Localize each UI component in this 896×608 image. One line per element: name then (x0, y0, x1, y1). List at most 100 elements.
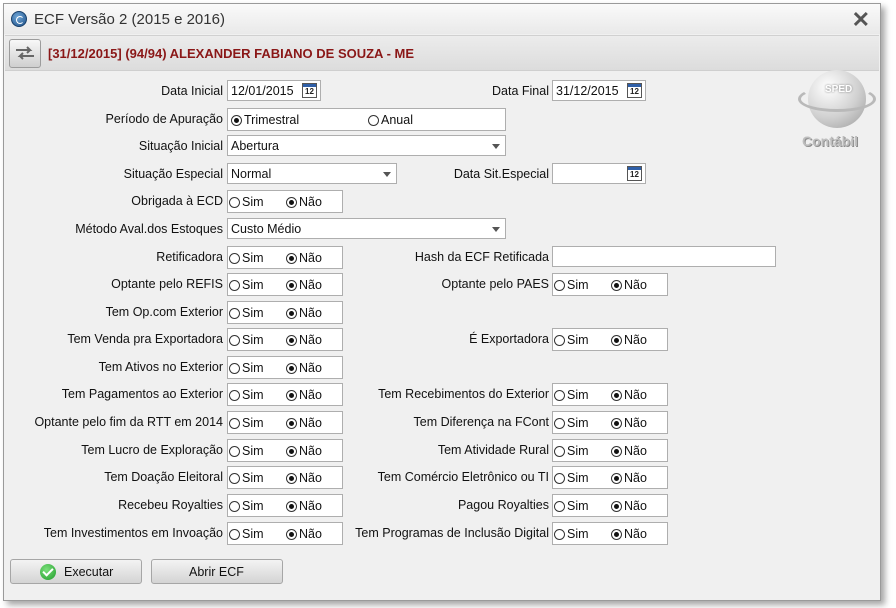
tem-investimentos-inovacao-radio-nao[interactable] (286, 528, 297, 540)
tem-ativos-exterior-option-sim[interactable]: Sim (229, 361, 264, 375)
optante-paes-radio-nao[interactable] (611, 279, 622, 291)
calendar-icon[interactable]: 12 (302, 83, 317, 98)
retificadora-option-nao[interactable]: Não (286, 251, 322, 265)
calendar-icon[interactable]: 12 (627, 83, 642, 98)
tem-pagamentos-exterior-radio-nao[interactable] (286, 389, 297, 401)
periodo-radio-anual[interactable] (368, 114, 379, 126)
tem-atividade-rural-option-nao[interactable]: Não (611, 444, 647, 458)
tem-diferenca-fcont-radio-nao[interactable] (611, 417, 622, 429)
close-icon[interactable]: ✕ (852, 7, 870, 33)
pagou-royalties-option-nao[interactable]: Não (611, 499, 647, 513)
executar-button[interactable]: Executar (10, 559, 142, 584)
optante-paes-radio-sim[interactable] (554, 279, 565, 291)
data-final-field[interactable]: 31/12/2015 12 (552, 80, 646, 101)
retificadora-radio-nao[interactable] (286, 252, 297, 264)
tem-pagamentos-exterior-option-nao[interactable]: Não (286, 388, 322, 402)
tem-lucro-exploracao-radio-nao[interactable] (286, 445, 297, 457)
tem-doacao-eleitoral-option-nao[interactable]: Não (286, 471, 322, 485)
pagou-royalties-radio-sim[interactable] (554, 500, 565, 512)
data-inicial-field[interactable]: 12/01/2015 12 (227, 80, 321, 101)
tem-ativos-exterior-radio-nao[interactable] (286, 362, 297, 374)
tem-investimentos-inovacao-option-nao[interactable]: Não (286, 527, 322, 541)
tem-venda-exportadora-radio-sim[interactable] (229, 334, 240, 346)
e-exportadora-option-sim[interactable]: Sim (554, 333, 589, 347)
chevron-down-icon[interactable] (486, 136, 505, 155)
obrigada-ecd-radio-sim[interactable] (229, 196, 240, 208)
tem-lucro-exploracao-option-sim[interactable]: Sim (229, 444, 264, 458)
tem-programas-inclusao-option-nao[interactable]: Não (611, 527, 647, 541)
tem-recebimentos-exterior-radio-sim[interactable] (554, 389, 565, 401)
tem-doacao-eleitoral-radio-sim[interactable] (229, 472, 240, 484)
obrigada-ecd-option-sim[interactable]: Sim (229, 195, 264, 209)
tem-comercio-eletronico-radio-nao[interactable] (611, 472, 622, 484)
periodo-radio-trimestral[interactable] (231, 114, 242, 126)
tem-op-exterior-option-sim[interactable]: Sim (229, 306, 264, 320)
e-exportadora-radio-nao[interactable] (611, 334, 622, 346)
tem-recebimentos-exterior-option-sim[interactable]: Sim (554, 388, 589, 402)
obrigada-ecd-radio-nao[interactable] (286, 196, 297, 208)
optante-refis-option-nao[interactable]: Não (286, 278, 322, 292)
tem-op-exterior-option-nao[interactable]: Não (286, 306, 322, 320)
tem-diferenca-fcont-option-nao[interactable]: Não (611, 416, 647, 430)
optante-refis-option-sim[interactable]: Sim (229, 278, 264, 292)
tem-programas-inclusao-radio-sim[interactable] (554, 528, 565, 540)
optante-paes-option-nao[interactable]: Não (611, 278, 647, 292)
tem-op-exterior-radio-sim[interactable] (229, 307, 240, 319)
tem-doacao-eleitoral-option-sim[interactable]: Sim (229, 471, 264, 485)
periodo-option-anual[interactable]: Anual (368, 113, 413, 127)
tem-op-exterior-radio-nao[interactable] (286, 307, 297, 319)
periodo-option-trimestral[interactable]: Trimestral (231, 113, 299, 127)
tem-recebimentos-exterior-radio-nao[interactable] (611, 389, 622, 401)
calendar-icon[interactable]: 12 (627, 166, 642, 181)
tem-programas-inclusao-radio-nao[interactable] (611, 528, 622, 540)
optante-paes-option-sim[interactable]: Sim (554, 278, 589, 292)
recebeu-royalties-option-nao[interactable]: Não (286, 499, 322, 513)
tem-atividade-rural-radio-nao[interactable] (611, 445, 622, 457)
tem-lucro-exploracao-option-nao[interactable]: Não (286, 444, 322, 458)
tem-pagamentos-exterior-option-sim[interactable]: Sim (229, 388, 264, 402)
switch-company-button[interactable] (9, 39, 41, 68)
retificadora-radio-sim[interactable] (229, 252, 240, 264)
tem-investimentos-inovacao-radio-sim[interactable] (229, 528, 240, 540)
tem-comercio-eletronico-radio-sim[interactable] (554, 472, 565, 484)
tem-ativos-exterior-option-nao[interactable]: Não (286, 361, 322, 375)
tem-recebimentos-exterior-option-nao[interactable]: Não (611, 388, 647, 402)
recebeu-royalties-radio-sim[interactable] (229, 500, 240, 512)
data-sit-especial-field[interactable]: 12 (552, 163, 646, 184)
optante-fim-rtt-radio-sim[interactable] (229, 417, 240, 429)
abrir-ecf-button[interactable]: Abrir ECF (151, 559, 283, 584)
chevron-down-icon[interactable] (377, 164, 396, 183)
tem-diferenca-fcont-option-sim[interactable]: Sim (554, 416, 589, 430)
tem-lucro-exploracao-radio-sim[interactable] (229, 445, 240, 457)
tem-venda-exportadora-option-nao[interactable]: Não (286, 333, 322, 347)
tem-investimentos-inovacao-option-sim[interactable]: Sim (229, 527, 264, 541)
e-exportadora-option-nao[interactable]: Não (611, 333, 647, 347)
optante-fim-rtt-option-sim[interactable]: Sim (229, 416, 264, 430)
retificadora-option-sim[interactable]: Sim (229, 251, 264, 265)
tem-comercio-eletronico-option-nao[interactable]: Não (611, 471, 647, 485)
pagou-royalties-radio-nao[interactable] (611, 500, 622, 512)
optante-fim-rtt-option-nao[interactable]: Não (286, 416, 322, 430)
recebeu-royalties-option-sim[interactable]: Sim (229, 499, 264, 513)
tem-doacao-eleitoral-radio-nao[interactable] (286, 472, 297, 484)
situacao-especial-select[interactable]: Normal (227, 163, 397, 184)
tem-comercio-eletronico-option-sim[interactable]: Sim (554, 471, 589, 485)
tem-venda-exportadora-option-sim[interactable]: Sim (229, 333, 264, 347)
obrigada-ecd-option-nao[interactable]: Não (286, 195, 322, 209)
tem-pagamentos-exterior-radio-sim[interactable] (229, 389, 240, 401)
hash-ecf-retificada-field[interactable] (552, 246, 776, 267)
pagou-royalties-option-sim[interactable]: Sim (554, 499, 589, 513)
tem-diferenca-fcont-radio-sim[interactable] (554, 417, 565, 429)
tem-atividade-rural-option-sim[interactable]: Sim (554, 444, 589, 458)
tem-atividade-rural-radio-sim[interactable] (554, 445, 565, 457)
metodo-aval-estoques-select[interactable]: Custo Médio (227, 218, 506, 239)
tem-venda-exportadora-radio-nao[interactable] (286, 334, 297, 346)
chevron-down-icon[interactable] (486, 219, 505, 238)
recebeu-royalties-radio-nao[interactable] (286, 500, 297, 512)
optante-fim-rtt-radio-nao[interactable] (286, 417, 297, 429)
optante-refis-radio-sim[interactable] (229, 279, 240, 291)
tem-ativos-exterior-radio-sim[interactable] (229, 362, 240, 374)
tem-programas-inclusao-option-sim[interactable]: Sim (554, 527, 589, 541)
optante-refis-radio-nao[interactable] (286, 279, 297, 291)
e-exportadora-radio-sim[interactable] (554, 334, 565, 346)
